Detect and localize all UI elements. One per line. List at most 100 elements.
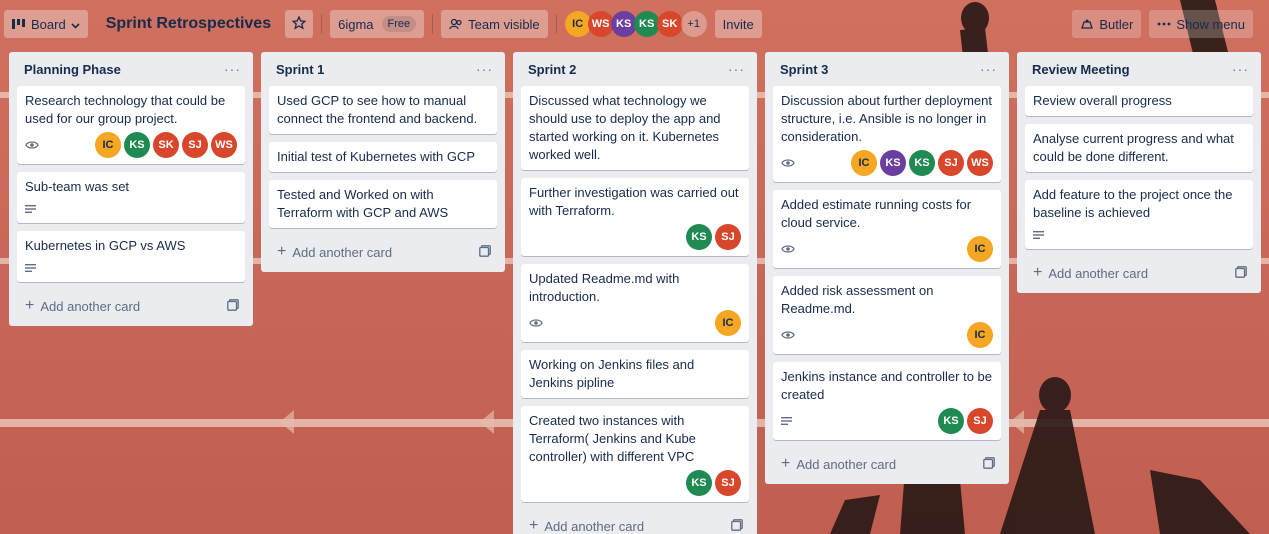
card[interactable]: Updated Readme.md with introduction. IC: [521, 264, 749, 342]
plus-icon: +: [529, 517, 539, 534]
card-template-icon[interactable]: [731, 518, 743, 534]
avatar[interactable]: SJ: [715, 470, 741, 496]
card-title: Created two instances with Terraform( Je…: [529, 413, 696, 464]
card-title: Discussed what technology we should use …: [529, 93, 721, 162]
add-card-button[interactable]: + Add another card: [269, 236, 497, 264]
card[interactable]: Analyse current progress and what could …: [1025, 124, 1253, 172]
avatar[interactable]: KS: [686, 470, 712, 496]
avatar[interactable]: KS: [686, 224, 712, 250]
list-header[interactable]: Sprint 1 ···: [269, 52, 497, 86]
card[interactable]: Research technology that could be used f…: [17, 86, 245, 164]
list-header[interactable]: Sprint 2 ···: [521, 52, 749, 86]
add-card-button[interactable]: + Add another card: [1025, 257, 1253, 285]
avatar[interactable]: SK: [153, 132, 179, 158]
list-planning-phase: Planning Phase ··· Research technology t…: [9, 52, 253, 326]
header-divider: [555, 14, 557, 34]
card-title: Initial test of Kubernetes with GCP: [277, 149, 475, 164]
avatar[interactable]: KS: [124, 132, 150, 158]
more-icon: [1157, 22, 1171, 26]
list-title[interactable]: Planning Phase: [24, 62, 121, 77]
card[interactable]: Created two instances with Terraform( Je…: [521, 406, 749, 502]
board-header: Board Sprint Retrospectives 6igma Free T…: [0, 0, 1269, 48]
card-title: Research technology that could be used f…: [25, 93, 226, 126]
list-header[interactable]: Sprint 3 ···: [773, 52, 1001, 86]
plus-icon: +: [277, 243, 287, 260]
plus-icon: +: [25, 297, 35, 314]
avatar[interactable]: SJ: [715, 224, 741, 250]
list-title[interactable]: Review Meeting: [1032, 62, 1130, 77]
list-title[interactable]: Sprint 2: [528, 62, 576, 77]
card-title: Jenkins instance and controller to be cr…: [781, 369, 993, 402]
card[interactable]: Add feature to the project once the base…: [1025, 180, 1253, 249]
card[interactable]: Sub-team was set: [17, 172, 245, 223]
header-divider: [432, 14, 434, 34]
avatar[interactable]: SJ: [938, 150, 964, 176]
avatar[interactable]: KS: [880, 150, 906, 176]
list-menu-icon[interactable]: ···: [728, 61, 745, 77]
avatar[interactable]: IC: [967, 322, 993, 348]
avatar[interactable]: IC: [715, 310, 741, 336]
avatar[interactable]: WS: [211, 132, 237, 158]
visibility-button[interactable]: Team visible: [441, 10, 548, 38]
card[interactable]: Discussed what technology we should use …: [521, 86, 749, 170]
list-header[interactable]: Planning Phase ···: [17, 52, 245, 86]
avatar[interactable]: WS: [967, 150, 993, 176]
more-members-count[interactable]: +1: [680, 11, 707, 37]
list-title[interactable]: Sprint 3: [780, 62, 828, 77]
list-menu-icon[interactable]: ···: [1232, 61, 1249, 77]
card[interactable]: Jenkins instance and controller to be cr…: [773, 362, 1001, 440]
workspace-button[interactable]: 6igma Free: [330, 10, 425, 38]
list-title[interactable]: Sprint 1: [276, 62, 324, 77]
avatar[interactable]: IC: [851, 150, 877, 176]
board-view-switcher[interactable]: Board: [4, 10, 88, 38]
avatar[interactable]: WS: [587, 11, 614, 37]
avatar[interactable]: SJ: [967, 408, 993, 434]
avatar[interactable]: SK: [656, 11, 683, 37]
add-card-button[interactable]: + Add another card: [521, 510, 749, 534]
butler-icon: [1080, 18, 1094, 30]
plus-icon: +: [781, 455, 791, 472]
board-members: IC WS KS KS SK +1: [564, 11, 707, 37]
add-card-button[interactable]: + Add another card: [773, 448, 1001, 476]
avatar[interactable]: KS: [633, 11, 660, 37]
card-template-icon[interactable]: [479, 244, 491, 260]
card[interactable]: Added risk assessment on Readme.md. IC: [773, 276, 1001, 354]
show-menu-button[interactable]: Show menu: [1149, 10, 1253, 38]
list-menu-icon[interactable]: ···: [224, 61, 241, 77]
eye-icon: [781, 242, 795, 257]
list-menu-icon[interactable]: ···: [476, 61, 493, 77]
card-template-icon[interactable]: [227, 298, 239, 314]
card[interactable]: Working on Jenkins files and Jenkins pip…: [521, 350, 749, 398]
invite-button[interactable]: Invite: [714, 10, 762, 38]
card[interactable]: Kubernetes in GCP vs AWS: [17, 231, 245, 282]
list-header[interactable]: Review Meeting ···: [1025, 52, 1253, 86]
description-icon: [25, 202, 37, 217]
avatar[interactable]: KS: [610, 11, 637, 37]
card[interactable]: Review overall progress: [1025, 86, 1253, 116]
avatar[interactable]: SJ: [182, 132, 208, 158]
butler-button[interactable]: Butler: [1072, 10, 1142, 38]
card[interactable]: Further investigation was carried out wi…: [521, 178, 749, 256]
butler-label: Butler: [1099, 16, 1134, 32]
add-card-button[interactable]: + Add another card: [17, 290, 245, 318]
add-card-label: Add another card: [544, 518, 645, 534]
card[interactable]: Initial test of Kubernetes with GCP: [269, 142, 497, 172]
card[interactable]: Tested and Worked on with Terraform with…: [269, 180, 497, 228]
board-title[interactable]: Sprint Retrospectives: [96, 10, 281, 38]
card-template-icon[interactable]: [1235, 265, 1247, 281]
card-template-icon[interactable]: [983, 456, 995, 472]
avatar[interactable]: IC: [95, 132, 121, 158]
workspace-name: 6igma: [338, 16, 374, 32]
avatar[interactable]: KS: [909, 150, 935, 176]
avatar[interactable]: KS: [938, 408, 964, 434]
card[interactable]: Used GCP to see how to manual connect th…: [269, 86, 497, 134]
star-button[interactable]: [285, 10, 314, 38]
list-review-meeting: Review Meeting ··· Review overall progre…: [1017, 52, 1261, 293]
card[interactable]: Discussion about further deployment stru…: [773, 86, 1001, 182]
card-title: Working on Jenkins files and Jenkins pip…: [529, 357, 695, 390]
list-sprint-1: Sprint 1 ··· Used GCP to see how to manu…: [261, 52, 505, 272]
list-menu-icon[interactable]: ···: [980, 61, 997, 77]
avatar[interactable]: IC: [967, 236, 993, 262]
avatar[interactable]: IC: [564, 11, 591, 37]
card[interactable]: Added estimate running costs for cloud s…: [773, 190, 1001, 268]
